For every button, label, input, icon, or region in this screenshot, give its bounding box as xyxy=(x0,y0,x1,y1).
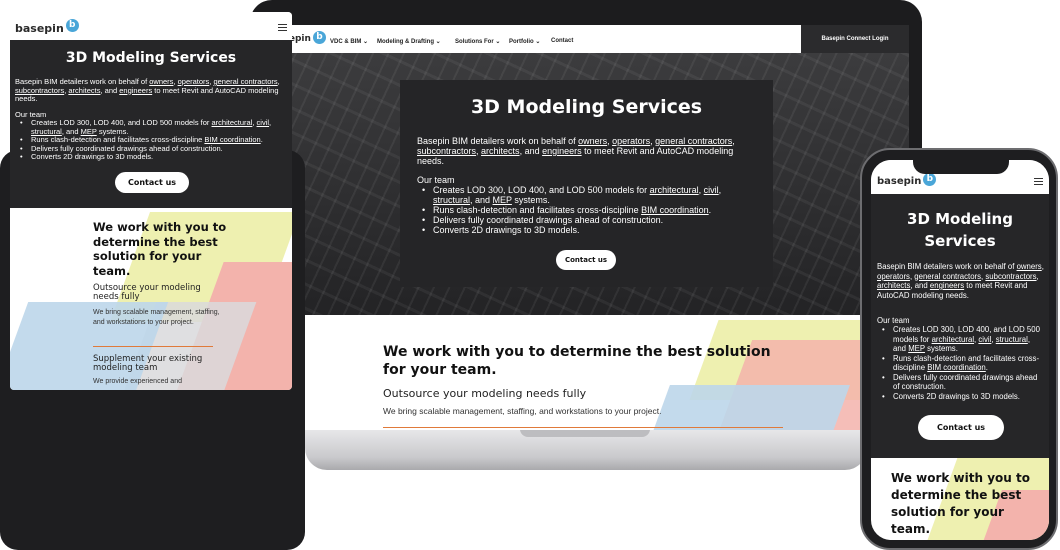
section-item-text: We provide experienced and xyxy=(93,378,182,385)
list-item: Converts 2D drawings to 3D models. xyxy=(417,225,762,235)
nav-item-portfolio[interactable]: Portfolio ⌄ xyxy=(509,38,540,45)
section-item-text: We bring scalable management, staffing, … xyxy=(383,406,662,416)
link-subcontractors[interactable]: subcontractors xyxy=(985,272,1036,281)
team-list: Creates LOD 300, LOD 400, and LOD 500 mo… xyxy=(417,185,762,235)
hero-card: 3D Modeling Services Basepin BIM detaile… xyxy=(400,80,773,287)
team-list: Creates LOD 300, LOD 400, and LOD 500 mo… xyxy=(15,118,285,162)
link-architectural[interactable]: architectural xyxy=(932,335,974,344)
divider xyxy=(93,346,213,347)
team-label: Our team xyxy=(877,316,910,325)
list-item: Creates LOD 300, LOD 400, and LOD 500 mo… xyxy=(15,118,285,136)
top-nav: basepinb VDC & BIM ⌄ Modeling & Drafting… xyxy=(264,25,909,53)
nav-item-contact[interactable]: Contact xyxy=(551,38,573,44)
team-label: Our team xyxy=(417,175,455,185)
list-item: Converts 2D drawings to 3D models. xyxy=(877,392,1045,402)
link-bim-coordination[interactable]: BIM coordination xyxy=(641,205,709,215)
link-architectural[interactable]: architectural xyxy=(212,118,253,127)
link-operators[interactable]: operators xyxy=(612,136,650,146)
decor-shape-blue xyxy=(648,385,850,430)
tablet-screen: basepin b 3D Modeling Services Basepin BI… xyxy=(10,12,292,390)
link-civil[interactable]: civil xyxy=(978,335,991,344)
link-structural[interactable]: structural xyxy=(433,195,470,205)
team-list: Creates LOD 300, LOD 400, and LOD 500 mo… xyxy=(877,325,1045,401)
logo[interactable]: basepinb xyxy=(877,173,937,187)
section-item-title: Outsource your modeling needs fully xyxy=(93,283,201,302)
tablet-header: basepin b xyxy=(10,12,292,40)
link-architectural[interactable]: architectural xyxy=(650,185,699,195)
link-engineers[interactable]: engineers xyxy=(930,281,964,290)
nav-item-solutions-for[interactable]: Solutions For ⌄ xyxy=(455,38,500,45)
link-operators[interactable]: operators xyxy=(877,272,910,281)
connect-login-button[interactable]: Basepin Connect Login xyxy=(801,25,909,53)
link-general-contractors[interactable]: general contractors xyxy=(914,272,981,281)
link-engineers[interactable]: engineers xyxy=(119,86,152,95)
contact-us-button[interactable]: Contact us xyxy=(556,250,616,270)
nav-item-modeling-drafting[interactable]: Modeling & Drafting ⌄ xyxy=(377,38,441,45)
hero-intro: Basepin BIM detailers work on behalf of … xyxy=(15,77,280,103)
list-item: Creates LOD 300, LOD 400, and LOD 500 mo… xyxy=(417,185,762,205)
list-item: Runs clash-detection and facilitates cro… xyxy=(417,205,762,215)
link-mep[interactable]: MEP xyxy=(493,195,512,205)
menu-icon[interactable] xyxy=(1034,178,1043,185)
link-general-contractors[interactable]: general contractors xyxy=(655,136,732,146)
link-architects[interactable]: architects xyxy=(481,146,520,156)
hero-intro: Basepin BIM detailers work on behalf of … xyxy=(417,136,735,166)
section-title: We work with you to determine the best s… xyxy=(93,220,227,278)
logo[interactable]: basepinb xyxy=(15,19,79,35)
link-architects[interactable]: architects xyxy=(68,86,100,95)
list-item: Runs clash-detection and facilitates cro… xyxy=(877,354,1045,373)
hero-title: 3D Modeling Services xyxy=(907,210,1013,250)
hero-title: 3D Modeling Services xyxy=(65,50,237,66)
link-structural[interactable]: structural xyxy=(996,335,1028,344)
list-item: Converts 2D drawings to 3D models. xyxy=(15,152,285,162)
section-item-title: Outsource your modeling needs fully xyxy=(383,387,587,400)
phone-screen: basepin b 3D Modeling Services Basepin BI… xyxy=(871,160,1049,540)
hero-intro: Basepin BIM detailers work on behalf of … xyxy=(877,262,1044,300)
nav-item-vdc-bim[interactable]: VDC & BIM ⌄ xyxy=(330,38,368,45)
contact-us-button[interactable]: Contact us xyxy=(918,415,1004,440)
link-mep[interactable]: MEP xyxy=(908,344,925,353)
link-architects[interactable]: architects xyxy=(877,281,910,290)
list-item: Creates LOD 300, LOD 400, and LOD 500 mo… xyxy=(877,325,1045,354)
section-item-text: We bring scalable management, staffing, … xyxy=(93,309,220,326)
link-owners[interactable]: owners xyxy=(578,136,607,146)
contact-us-button[interactable]: Contact us xyxy=(115,172,189,193)
hero-title: 3D Modeling Services xyxy=(470,96,703,118)
list-item: Delivers fully coordinated drawings ahea… xyxy=(877,373,1045,392)
link-civil[interactable]: civil xyxy=(257,118,270,127)
link-civil[interactable]: civil xyxy=(704,185,719,195)
link-bim-coordination[interactable]: BIM coordination xyxy=(204,135,260,144)
link-subcontractors[interactable]: subcontractors xyxy=(417,146,476,156)
divider xyxy=(383,427,783,428)
menu-icon[interactable] xyxy=(278,24,287,31)
section-title: We work with you to determine the best s… xyxy=(383,344,771,378)
list-item: Delivers fully coordinated drawings ahea… xyxy=(417,215,762,225)
link-owners[interactable]: owners xyxy=(1017,262,1042,271)
laptop-screen: 3D Modeling Services Basepin BIM detaile… xyxy=(264,25,909,430)
section-item-title: Supplement your existing modeling team xyxy=(93,354,203,373)
link-engineers[interactable]: engineers xyxy=(542,146,582,156)
link-bim-coordination[interactable]: BIM coordination xyxy=(927,363,986,372)
phone-notch xyxy=(913,156,1009,174)
section-title: We work with you to determine the best s… xyxy=(891,471,1030,536)
